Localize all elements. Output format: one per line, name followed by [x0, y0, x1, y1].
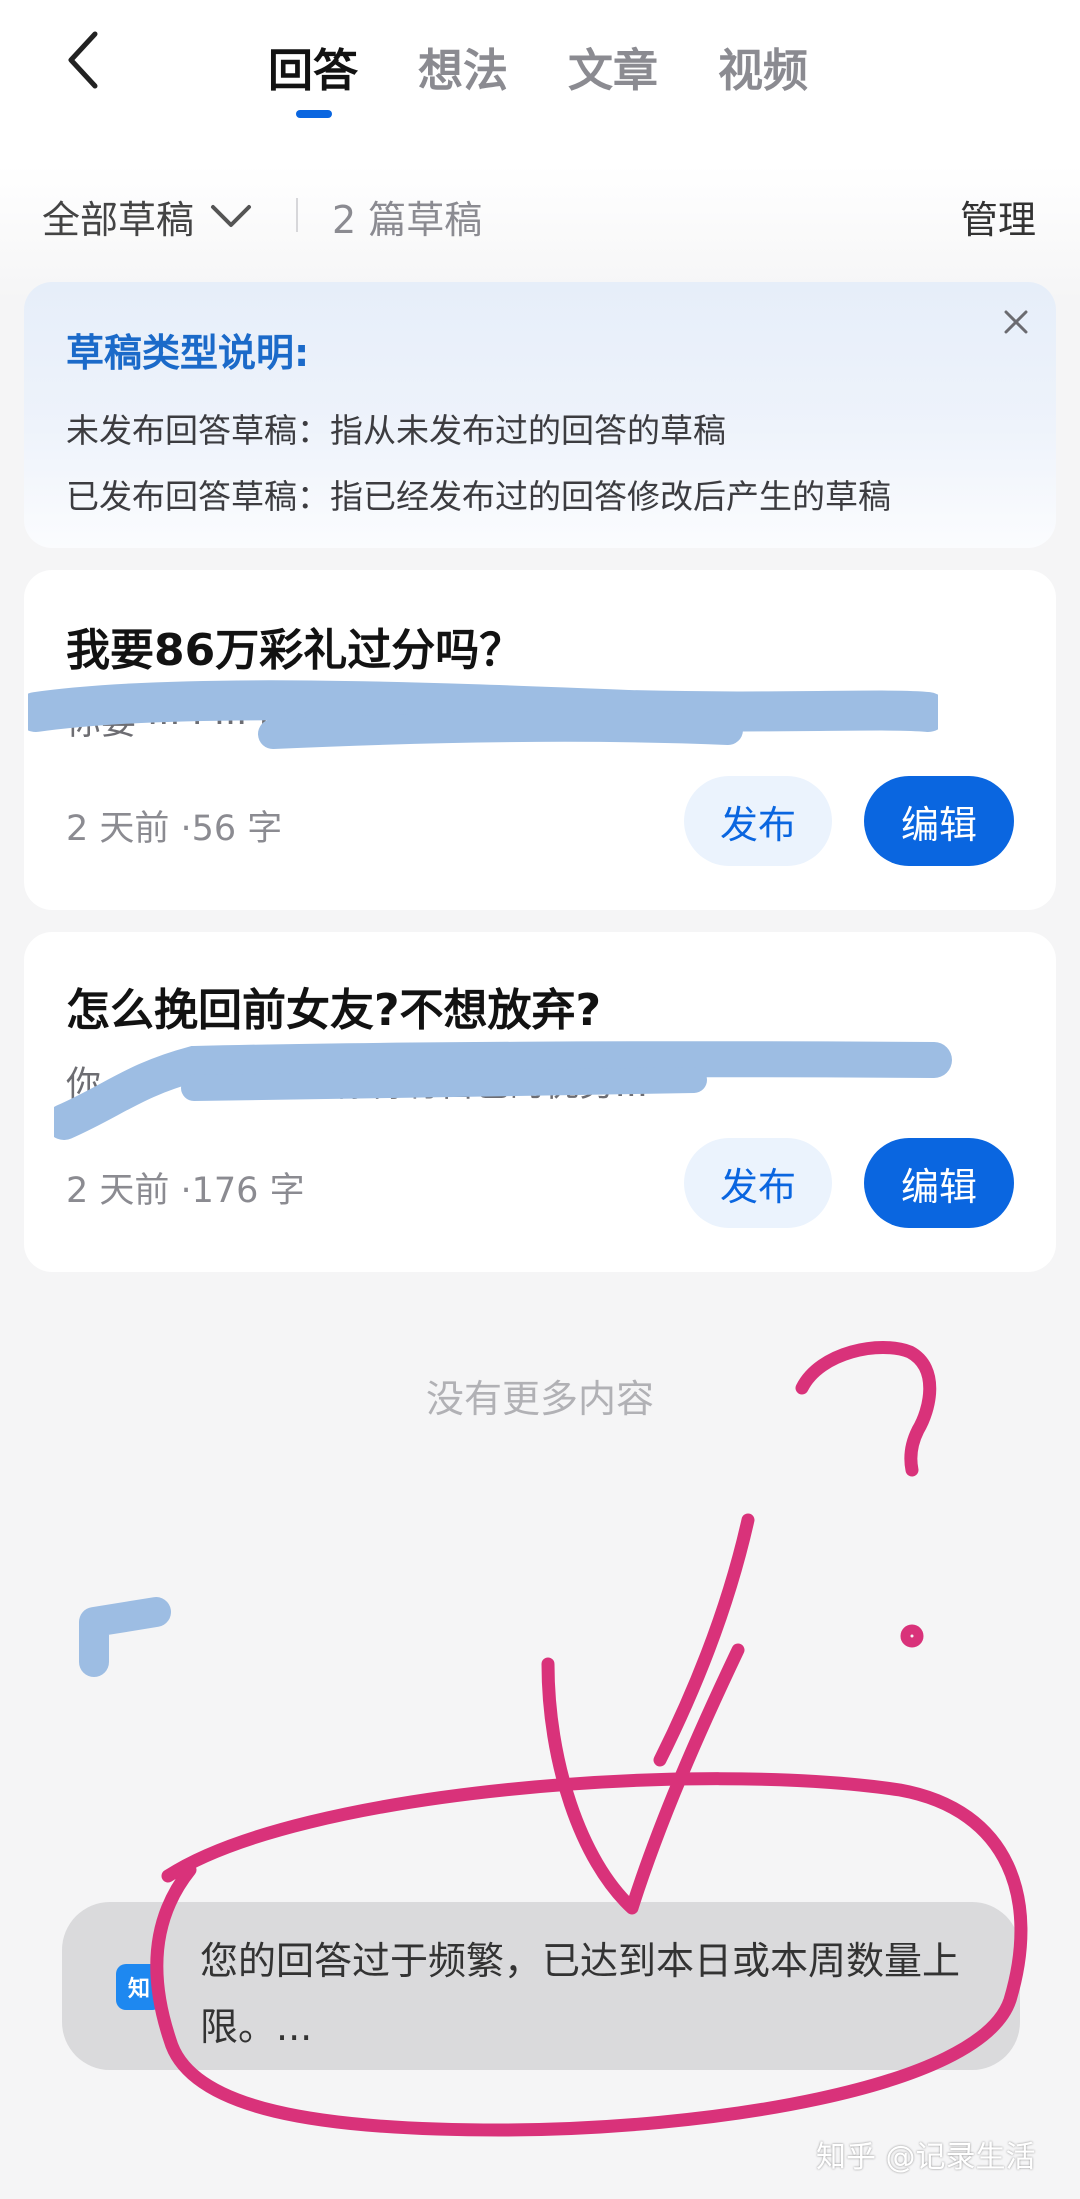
draft-title[interactable]: 我要86万彩礼过分吗？ — [66, 614, 523, 678]
arrow-stroke — [653, 1513, 755, 1767]
manage-button[interactable]: 管理 — [960, 188, 1036, 244]
draft-meta: 2 天前 ·56 字 — [66, 809, 283, 849]
zhihu-logo-icon: 知 — [116, 1964, 162, 2010]
draft-meta: 2 天前 ·176 字 — [66, 1171, 305, 1211]
info-close-button[interactable] — [996, 302, 1036, 342]
redaction-scribble — [28, 680, 938, 749]
info-line-published: 已发布回答草稿：指已经发布过的回答修改后产生的草稿 — [66, 477, 891, 516]
toast-message: 您的回答过于频繁，已达到本日或本周数量上限。... — [200, 1939, 961, 2049]
arrow-stroke — [541, 1643, 745, 1915]
info-line-unpublished: 未发布回答草稿：指从未发布过的回答的草稿 — [66, 411, 726, 450]
watermark: 知乎 @记录生活 — [816, 2140, 1036, 2175]
draft-count: 2 篇草稿 — [332, 197, 483, 242]
info-title: 草稿类型说明: — [66, 331, 310, 375]
question-mark-dot — [900, 1624, 924, 1648]
draft-title[interactable]: 怎么挽回前女友?不想放弃? — [66, 974, 601, 1038]
publish-button[interactable]: 发布 — [684, 1138, 832, 1228]
edit-button[interactable]: 编辑 — [864, 776, 1014, 866]
filter-label: 全部草稿 — [42, 197, 195, 242]
draft-filter-dropdown[interactable]: 全部草稿 — [42, 188, 252, 244]
no-more-content-label: 没有更多内容 — [425, 1377, 654, 1421]
publish-button[interactable]: 发布 — [684, 776, 832, 866]
active-tab-indicator — [296, 110, 332, 118]
tab-bar: 回答 想法 文章 视频 — [0, 20, 1080, 110]
redaction-mark — [79, 1597, 171, 1677]
filter-divider — [296, 198, 298, 232]
close-icon — [1004, 310, 1028, 334]
tab-thoughts[interactable]: 想法 — [418, 34, 508, 99]
tab-videos[interactable]: 视频 — [718, 34, 808, 99]
tab-answers[interactable]: 回答 — [268, 34, 358, 99]
chevron-down-icon — [211, 205, 252, 227]
edit-button[interactable]: 编辑 — [864, 1138, 1014, 1228]
redaction-scribble — [54, 1041, 952, 1140]
tab-articles[interactable]: 文章 — [568, 34, 658, 99]
